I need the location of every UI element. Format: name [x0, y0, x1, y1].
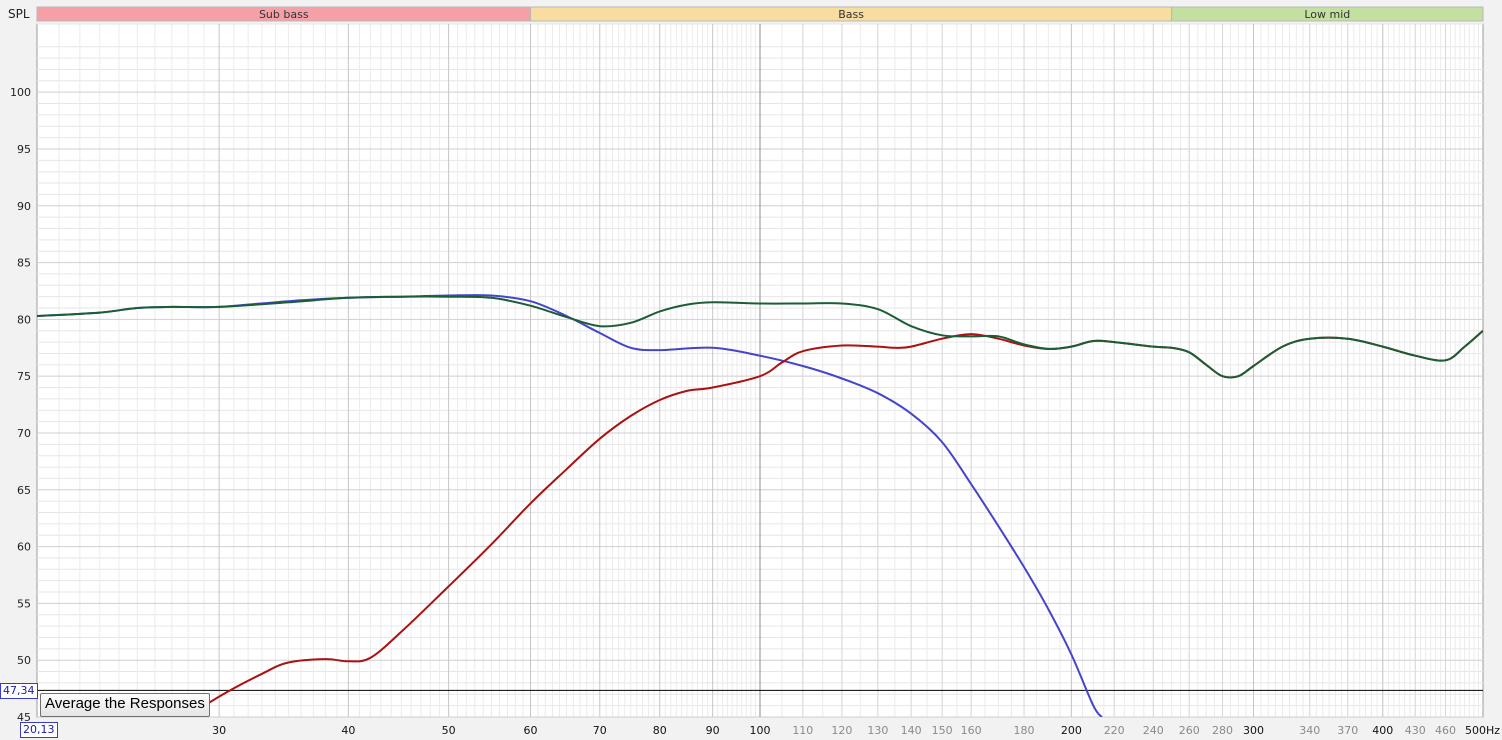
x-tick-label-minor: 460 [1435, 724, 1456, 737]
x-axis-ticks: 30 40 50 60 70 80 90 100 200 300 400 110 120 130 140 15… [212, 724, 1500, 737]
x-tick-label-minor: 260 [1179, 724, 1200, 737]
frequency-response-chart: Sub bass Bass Low mid 45505560657075808590… [8, 6, 1500, 737]
x-tick-label-minor: 370 [1337, 724, 1358, 737]
y-tick-label: 90 [17, 200, 31, 213]
x-tick-label-major: 400 [1372, 724, 1393, 737]
x-tick-label-major: 60 [524, 724, 538, 737]
x-tick-label-minor: 110 [792, 724, 813, 737]
x-tick-label-major: 90 [706, 724, 720, 737]
x-tick-label-major: 70 [593, 724, 607, 737]
y-tick-label: 65 [17, 484, 31, 497]
x-tick-label-major: 300 [1243, 724, 1264, 737]
x-axis-end-label: 500Hz [1465, 724, 1500, 737]
cursor-xy-readout: 20,13 [20, 722, 58, 738]
y-tick-label: 50 [17, 654, 31, 667]
x-tick-label-minor: 180 [1014, 724, 1035, 737]
y-tick-label: 80 [17, 313, 31, 326]
x-tick-label-minor: 220 [1104, 724, 1125, 737]
x-tick-label-minor: 280 [1212, 724, 1233, 737]
x-tick-label-minor: 120 [831, 724, 852, 737]
x-tick-label-minor: 160 [961, 724, 982, 737]
y-tick-label: 55 [17, 597, 31, 610]
x-tick-label-major: 40 [341, 724, 355, 737]
average-responses-button[interactable]: Average the Responses [40, 693, 210, 717]
y-tick-label: 85 [17, 257, 31, 270]
x-tick-label-major: 80 [653, 724, 667, 737]
y-tick-label: 70 [17, 427, 31, 440]
x-tick-label-minor: 340 [1299, 724, 1320, 737]
x-tick-label-major: 100 [750, 724, 771, 737]
x-tick-label-minor: 130 [867, 724, 888, 737]
x-tick-label-major: 50 [442, 724, 456, 737]
x-tick-label-minor: 240 [1143, 724, 1164, 737]
band-label: Low mid [1304, 8, 1350, 21]
cursor-y-readout: 47,34 [0, 683, 38, 699]
y-tick-label: 100 [10, 86, 31, 99]
x-tick-label-major: 30 [212, 724, 226, 737]
y-axis-label: SPL [8, 7, 30, 21]
y-axis-ticks: 4550556065707580859095100 [10, 86, 31, 724]
band-label: Sub bass [259, 8, 309, 21]
x-tick-label-minor: 150 [932, 724, 953, 737]
x-tick-label-minor: 140 [901, 724, 922, 737]
frequency-bands: Sub bass Bass Low mid [36, 6, 1484, 22]
band-label: Bass [838, 8, 864, 21]
x-tick-label-minor: 430 [1405, 724, 1426, 737]
y-tick-label: 75 [17, 370, 31, 383]
x-tick-label-major: 200 [1061, 724, 1082, 737]
y-tick-label: 95 [17, 143, 31, 156]
y-tick-label: 60 [17, 541, 31, 554]
